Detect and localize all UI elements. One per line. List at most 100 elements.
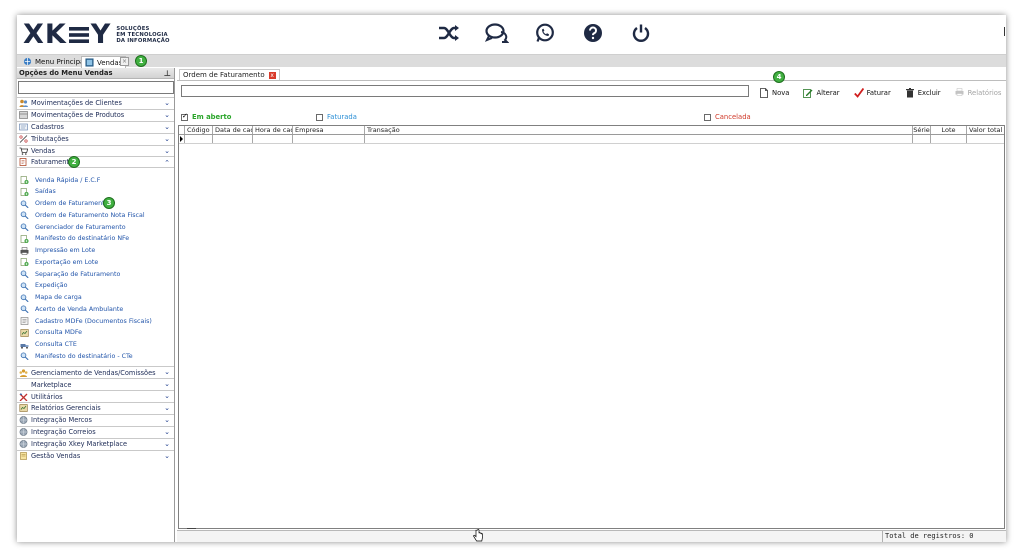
submenu-item-mapa-de-carga[interactable]: Mapa de carga (17, 292, 174, 304)
sidebar-category-utilitarios[interactable]: Utilitários ⌄ (17, 390, 174, 403)
column-header-hora-cad[interactable]: Hora de cad. (253, 126, 293, 134)
tools-icon (19, 392, 28, 401)
globe-icon (19, 428, 28, 437)
sidebar-search-input[interactable] (18, 81, 174, 94)
sidebar-category-gerenciamento-de-vendas-comissoes[interactable]: Gerenciamento de Vendas/Comissões ⌄ (17, 366, 174, 379)
shuffle-button[interactable] (437, 21, 461, 45)
column-header-serie[interactable]: Série (913, 126, 931, 134)
check-icon (853, 88, 864, 98)
orders-grid[interactable]: Código Data de cad. Hora de cad. Empresa… (178, 125, 1005, 529)
step-badge-1: 1 (135, 55, 147, 67)
tab-menu-principal[interactable]: Menu Principal (20, 56, 89, 67)
submenu-item-cadastro-mdfe-documentos-fiscais[interactable]: Cadastro MDFe (Documentos Fiscais) (17, 315, 174, 327)
chat-button[interactable] (485, 21, 509, 45)
submenu-item-gerenciador-de-faturamento[interactable]: Gerenciador de Faturamento (17, 221, 174, 233)
sidebar: Opções do Menu Vendas ⊥ Movimentações de… (17, 68, 175, 542)
column-header-codigo[interactable]: Código (185, 126, 213, 134)
excluir-button[interactable]: Excluir (898, 87, 948, 99)
tab-ordem-de-faturamento[interactable]: Ordem de Faturamento x (179, 69, 280, 80)
submenu-item-manifesto-do-destinatario-cte[interactable]: Manifesto do destinatário - CTe (17, 351, 174, 363)
table-cell[interactable] (967, 135, 1004, 143)
submenu-item-expedicao[interactable]: Expedição (17, 280, 174, 292)
sidebar-category-movimentacoes-de-clientes[interactable]: Movimentações de Clientes ⌄ (17, 97, 174, 109)
relatorios-button[interactable]: Relatórios (948, 87, 1006, 99)
step-badge-2: 2 (68, 156, 80, 169)
note-icon (20, 452, 27, 460)
submenu-item-ordem-de-faturamento-nota-fiscal[interactable]: Ordem de Faturamento Nota Fiscal (17, 210, 174, 222)
sidebar-header: Opções do Menu Vendas ⊥ (17, 68, 174, 79)
register-icon (19, 123, 28, 131)
magnifier-icon (20, 211, 29, 220)
sidebar-category-relatorios-gerenciais[interactable]: Relatórios Gerenciais ⌄ (17, 402, 174, 414)
sidebar-category-marketplace[interactable]: Marketplace ⌄ (17, 378, 174, 391)
add-doc-icon (20, 235, 29, 243)
close-vendas-tab-button[interactable]: × (120, 57, 129, 66)
table-cell[interactable] (185, 135, 213, 143)
filter-input[interactable] (181, 85, 749, 97)
column-header-data-cad[interactable]: Data de cad. (213, 126, 253, 134)
submenu-item-consulta-cte[interactable]: Consulta CTE (17, 339, 174, 351)
logo-brand: XK Y (23, 19, 112, 50)
chevron-up-icon: ⌃ (164, 159, 170, 168)
checkbox-box[interactable] (181, 112, 188, 121)
submenu-item-saidas[interactable]: Saídas (17, 186, 174, 198)
globe-arrow-icon (23, 57, 32, 66)
filter-cancelada-checkbox[interactable]: Cancelada (704, 113, 751, 121)
sidebar-category-movimentacoes-de-produtos[interactable]: Movimentações de Produtos ⌄ (17, 108, 174, 121)
sidebar-category-tributacoes[interactable]: Tributações ⌄ (17, 132, 174, 145)
submenu-item-manifesto-do-destinatario-nfe[interactable]: Manifesto do destinatário NFe (17, 233, 174, 245)
status-bar: Total de registros: 0 (177, 530, 1006, 542)
submenu-item-consulta-mdfe[interactable]: Consulta MDFe (17, 327, 174, 339)
table-cell[interactable] (293, 135, 365, 143)
power-icon (632, 24, 650, 42)
sidebar-category-faturamento[interactable]: Faturamento 2 ⌃ (17, 156, 174, 169)
submenu-item-impressao-em-lote[interactable]: Impressão em Lote (17, 245, 174, 257)
pin-icon[interactable]: ⊥ (164, 69, 171, 78)
submenu-item-acerto-de-venda-ambulante[interactable]: Acerto de Venda Ambulante (17, 304, 174, 316)
table-cell[interactable] (365, 135, 913, 143)
sidebar-category-gestao-vendas[interactable]: Gestão Vendas ⌄ (17, 449, 174, 462)
submenu-item-exportacao-em-lote[interactable]: Exportação em Lote (17, 257, 174, 269)
checkbox-box[interactable] (316, 113, 323, 121)
chevron-down-icon: ⌄ (164, 368, 170, 377)
step-badge-4: 4 (773, 71, 785, 83)
xkey-logo: XK Y SOLUÇÕES EM TECNOLOGIA DA INFORMAÇÃ… (23, 21, 170, 49)
top-tab-bar: Menu Principal Vendas × 1 (17, 54, 1006, 68)
submenu-item-ordem-de-faturamento[interactable]: Ordem de Faturamento 3 (17, 196, 174, 210)
table-cell[interactable] (931, 135, 967, 143)
checkbox-box[interactable] (704, 113, 711, 121)
globe-icon (19, 416, 28, 425)
column-header-empresa[interactable]: Empresa (293, 126, 365, 134)
submenu-item-separacao-de-faturamento[interactable]: Separação de Faturamento (17, 268, 174, 280)
truck-icon (20, 343, 29, 349)
faturar-button[interactable]: Faturar (847, 87, 898, 99)
sidebar-category-vendas[interactable]: Vendas ⌄ (17, 144, 174, 157)
add-doc-icon (20, 176, 29, 185)
printer-icon (20, 246, 29, 255)
column-header-lote[interactable]: Lote (931, 126, 967, 134)
app-window: XK Y SOLUÇÕES EM TECNOLOGIA DA INFORMAÇÃ… (17, 15, 1006, 542)
table-cell[interactable] (253, 135, 293, 143)
whatsapp-button[interactable] (533, 21, 557, 45)
power-button[interactable] (629, 21, 653, 45)
help-button[interactable] (581, 21, 605, 45)
chevron-down-icon: ⌄ (164, 392, 170, 401)
table-cell[interactable] (213, 135, 253, 143)
tab-strip-line (177, 80, 1006, 81)
table-row[interactable] (179, 135, 1004, 144)
close-icon[interactable]: x (268, 71, 276, 79)
filter-em-aberto-checkbox[interactable]: Em aberto (181, 112, 231, 121)
sidebar-category-cadastros[interactable]: Cadastros ⌄ (17, 120, 174, 133)
sidebar-category-integracao-xkey-marketplace[interactable]: Integração Xkey Marketplace ⌄ (17, 437, 174, 450)
filter-faturada-checkbox[interactable]: Faturada (316, 113, 357, 121)
alterar-button[interactable]: Alterar (796, 87, 846, 99)
table-cell[interactable] (913, 135, 931, 143)
column-header-valor-total[interactable]: Valor total (967, 126, 1004, 134)
sidebar-category-integracao-mercos[interactable]: Integração Mercos ⌄ (17, 413, 174, 426)
submenu-item-venda-rapida-e-c-f[interactable]: Venda Rápida / E.C.F (17, 174, 174, 186)
chevron-down-icon: ⌄ (164, 110, 170, 119)
sidebar-category-integracao-correios[interactable]: Integração Correios ⌄ (17, 425, 174, 438)
nova-button[interactable]: Nova (752, 87, 796, 99)
clients-icon (19, 100, 28, 108)
column-header-transacao[interactable]: Transação (365, 126, 913, 134)
